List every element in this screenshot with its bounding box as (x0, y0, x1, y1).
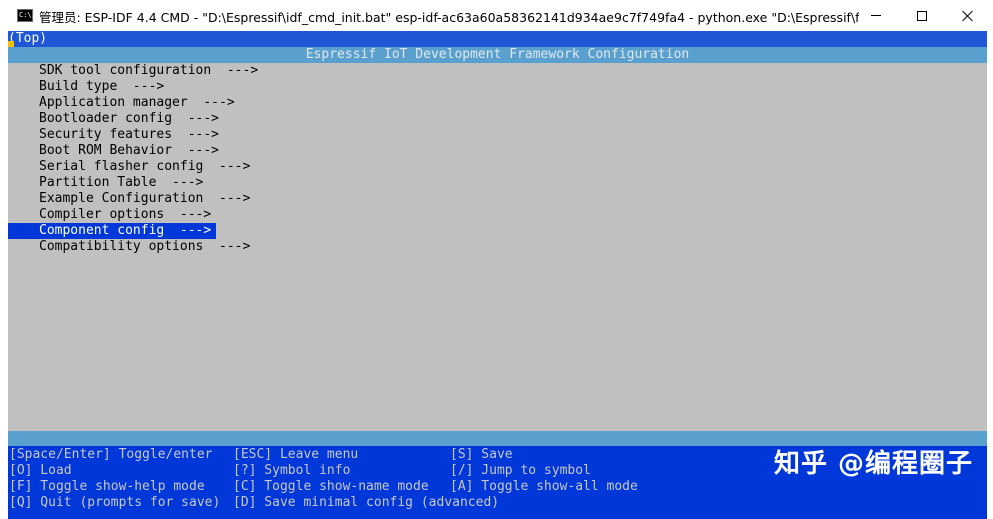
help-key-show-name: [C] Toggle show-name mode (233, 479, 429, 494)
window-title: 管理员: ESP-IDF 4.4 CMD - "D:\Espressif\idf… (39, 10, 859, 25)
menu-item-security-features[interactable]: Security features ---> (8, 127, 987, 143)
help-key-show-help: [F] Toggle show-help mode (9, 479, 205, 494)
help-key-leave-menu: [ESC] Leave menu (233, 447, 359, 462)
window-titlebar[interactable]: C:\ 管理员: ESP-IDF 4.4 CMD - "D:\Espressif… (0, 0, 993, 31)
help-key-symbol-info: [?] Symbol info (233, 463, 351, 478)
breadcrumb: (Top) (8, 31, 987, 47)
help-line: [Q] Quit (prompts for save) [D] Save min… (8, 495, 499, 511)
watermark: 知乎 @编程圈子 (773, 449, 973, 479)
menu-item-boot-rom-behavior[interactable]: Boot ROM Behavior ---> (8, 143, 987, 159)
close-button[interactable] (945, 0, 991, 31)
help-key-quit: [Q] Quit (prompts for save) (9, 495, 221, 510)
help-line: [Space/Enter] Toggle/enter [ESC] Leave m… (8, 447, 513, 463)
help-key-jump-to-symbol: [/] Jump to symbol (450, 463, 591, 478)
menu-item-serial-flasher-config[interactable]: Serial flasher config ---> (8, 159, 987, 175)
menu-item-build-type[interactable]: Build type ---> (8, 79, 987, 95)
menu-item-application-manager[interactable]: Application manager ---> (8, 95, 987, 111)
menu-item-bootloader-config[interactable]: Bootloader config ---> (8, 111, 987, 127)
help-key-show-all: [A] Toggle show-all mode (450, 479, 638, 494)
help-line: [F] Toggle show-help mode [C] Toggle sho… (8, 479, 638, 495)
help-key-toggle-enter: [Space/Enter] Toggle/enter (9, 447, 213, 462)
help-key-save-minimal: [D] Save minimal config (advanced) (233, 495, 500, 510)
help-key-save: [S] Save (450, 447, 513, 462)
menu-item-example-configuration[interactable]: Example Configuration ---> (8, 191, 987, 207)
maximize-button[interactable] (899, 0, 945, 31)
menu-item-component-config[interactable]: Component config ---> (8, 223, 216, 239)
menu-item-partition-table[interactable]: Partition Table ---> (8, 175, 987, 191)
help-key-load: [O] Load (9, 463, 72, 478)
menuconfig-header: Espressif IoT Development Framework Conf… (8, 47, 987, 63)
menu-item-sdk-tool-configuration[interactable]: SDK tool configuration ---> (8, 63, 987, 79)
menu-item-compiler-options[interactable]: Compiler options ---> (8, 207, 987, 223)
menu-list: SDK tool configuration ---> Build type -… (8, 63, 987, 255)
maximize-icon (917, 10, 927, 21)
help-line: [O] Load [?] Symbol info [/] Jump to sym… (8, 463, 591, 479)
text-cursor (8, 41, 14, 47)
menu-item-compatibility-options[interactable]: Compatibility options ---> (8, 239, 987, 255)
cmd-icon: C:\ (17, 9, 33, 22)
minimize-button[interactable] (853, 0, 899, 31)
minimize-icon (871, 15, 881, 16)
close-icon (962, 10, 974, 22)
